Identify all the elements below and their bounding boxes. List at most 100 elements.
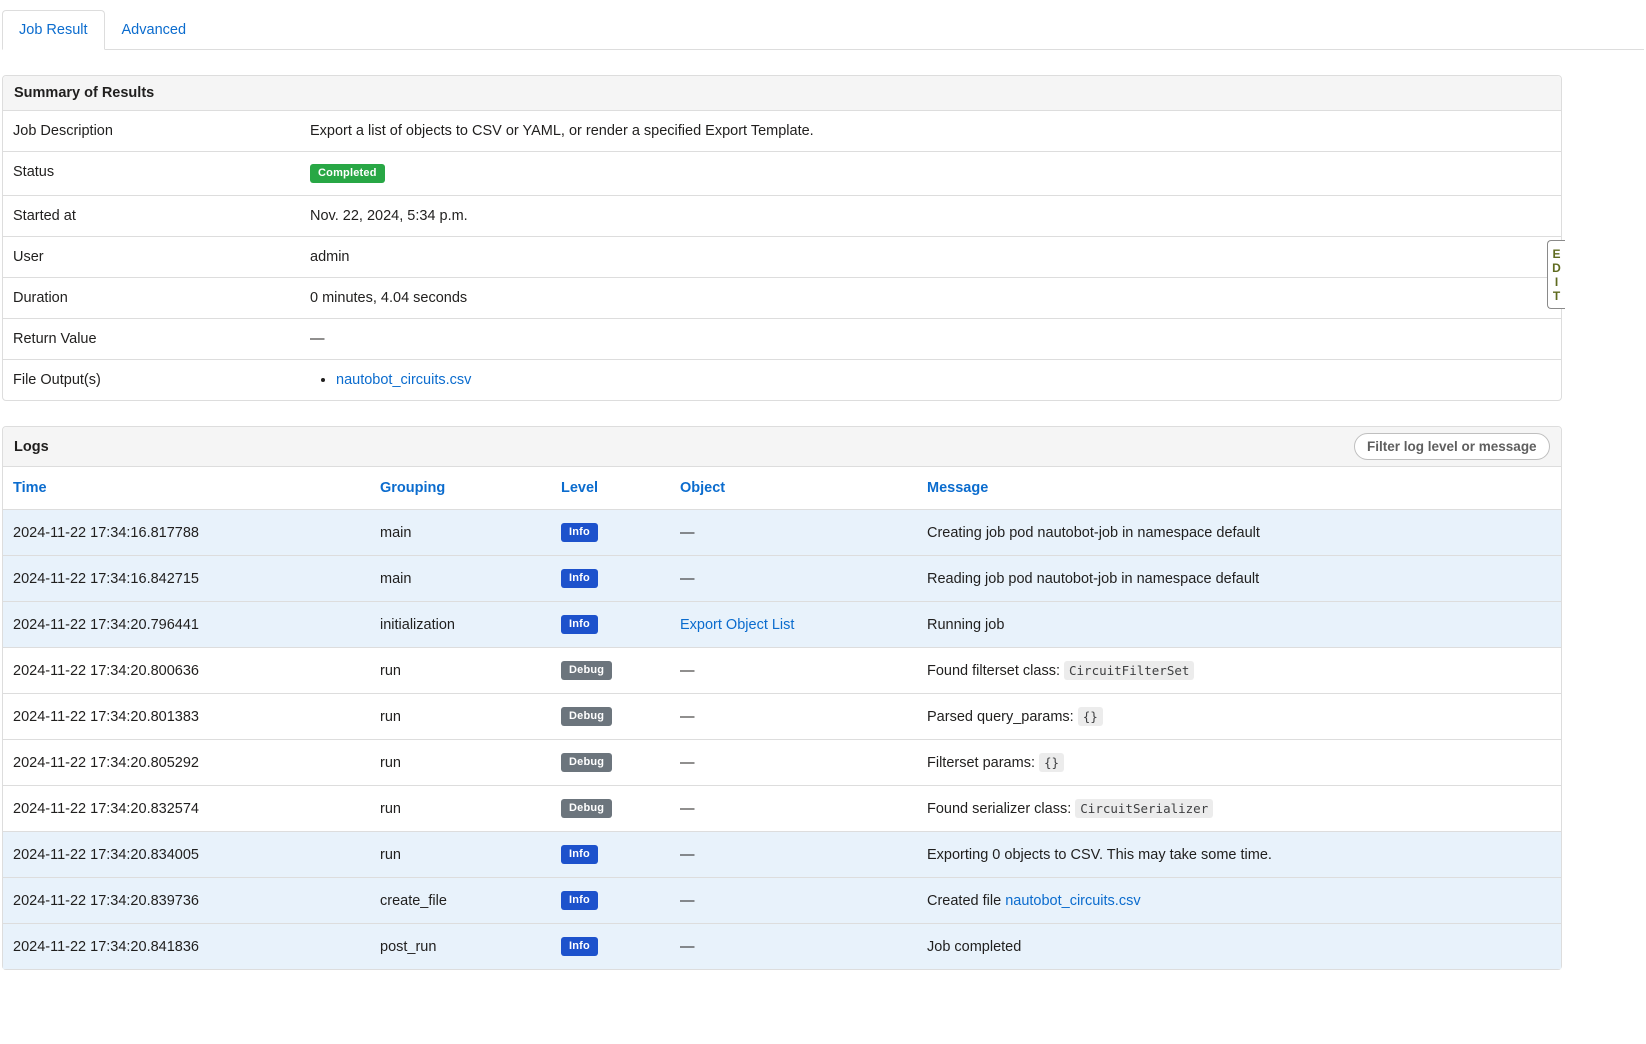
code-snippet: {} [1078, 707, 1103, 726]
summary-table: Job DescriptionExport a list of objects … [3, 111, 1561, 400]
summary-row: Return Value— [3, 319, 1561, 360]
log-object-cell: — [670, 510, 917, 556]
log-level-badge: Info [561, 845, 598, 864]
log-grouping: main [370, 510, 551, 556]
log-level-cell: Info [551, 878, 670, 924]
log-time: 2024-11-22 17:34:20.834005 [3, 832, 370, 878]
log-row: 2024-11-22 17:34:16.842715main Info —Readi… [3, 556, 1561, 602]
log-grouping: post_run [370, 924, 551, 970]
log-level-cell: Info [551, 510, 670, 556]
summary-table-body: Job DescriptionExport a list of objects … [3, 111, 1561, 400]
log-message-cell: Filterset params: {} [917, 740, 1561, 786]
summary-row: Duration0 minutes, 4.04 seconds [3, 278, 1561, 319]
log-message-cell: Found filterset class: CircuitFilterSet [917, 648, 1561, 694]
column-header-grouping[interactable]: Grouping [370, 467, 551, 510]
log-level-cell: Debug [551, 786, 670, 832]
log-message-cell: Job completed [917, 924, 1561, 970]
log-level-badge: Debug [561, 661, 612, 680]
logs-panel-title: Logs [14, 439, 49, 455]
code-snippet: {} [1039, 753, 1064, 772]
logs-table-body: 2024-11-22 17:34:16.817788mainInfo—Creat… [3, 510, 1561, 970]
column-header-level[interactable]: Level [551, 467, 670, 510]
tab-advanced[interactable]: Advanced [105, 10, 204, 50]
summary-row: Job DescriptionExport a list of objects … [3, 111, 1561, 152]
log-message-cell: Creating job pod nautobot-job in namespa… [917, 510, 1561, 556]
log-level-cell: Debug [551, 648, 670, 694]
summary-row: Useradmin [3, 237, 1561, 278]
log-filter-input[interactable] [1354, 433, 1550, 460]
log-object-cell: — [670, 556, 917, 602]
summary-row-value: nautobot_circuits.csv [300, 360, 1561, 401]
log-time: 2024-11-22 17:34:16.842715 [3, 556, 370, 602]
log-row: 2024-11-22 17:34:20.834005runInfo—Export… [3, 832, 1561, 878]
log-grouping: run [370, 786, 551, 832]
code-snippet: CircuitSerializer [1075, 799, 1213, 818]
log-level-badge: Info [561, 891, 598, 910]
log-level-badge: Info [561, 937, 598, 956]
side-flyout-tab[interactable]: EDIT [1547, 240, 1565, 309]
summary-row: StatusCompleted [3, 152, 1561, 196]
log-time: 2024-11-22 17:34:20.832574 [3, 786, 370, 832]
log-level-badge: Debug [561, 799, 612, 818]
log-level-cell: Debug [551, 740, 670, 786]
log-level-cell: Info [551, 602, 670, 648]
log-object-cell: Export Object List [670, 602, 917, 648]
log-time: 2024-11-22 17:34:16.817788 [3, 510, 370, 556]
side-flyout-label: EDIT [1551, 247, 1563, 303]
column-header-object[interactable]: Object [670, 467, 917, 510]
summary-row-value: — [300, 319, 1561, 360]
log-message-link[interactable]: nautobot_circuits.csv [1005, 893, 1140, 909]
log-level-badge: Info [561, 569, 598, 588]
log-row: 2024-11-22 17:34:20.801383runDebug—Parse… [3, 694, 1561, 740]
summary-row-value: Nov. 22, 2024, 5:34 p.m. [300, 196, 1561, 237]
log-grouping: initialization [370, 602, 551, 648]
column-header-time[interactable]: Time [3, 467, 370, 510]
log-object-cell: — [670, 878, 917, 924]
summary-row-label: Job Description [3, 111, 300, 152]
log-time: 2024-11-22 17:34:20.796441 [3, 602, 370, 648]
log-grouping: run [370, 648, 551, 694]
log-row: 2024-11-22 17:34:20.800636run Debug —Found… [3, 648, 1561, 694]
log-object-cell: — [670, 740, 917, 786]
log-time: 2024-11-22 17:34:20.801383 [3, 694, 370, 740]
log-object-link[interactable]: Export Object List [680, 617, 794, 633]
summary-row-value: 0 minutes, 4.04 seconds [300, 278, 1561, 319]
log-grouping: main [370, 556, 551, 602]
log-time: 2024-11-22 17:34:20.839736 [3, 878, 370, 924]
logs-panel: Logs TimeGroupingLevelObjectMessage 2024… [2, 426, 1562, 970]
log-grouping: create_file [370, 878, 551, 924]
log-level-cell: Info [551, 556, 670, 602]
summary-panel: Summary of Results Job DescriptionExport… [2, 75, 1562, 401]
log-level-cell: Info [551, 924, 670, 970]
tab-bar: Job ResultAdvanced [2, 10, 1644, 50]
summary-row-label: Status [3, 152, 300, 196]
log-object-cell: — [670, 832, 917, 878]
log-level-badge: Info [561, 523, 598, 542]
file-output-item: nautobot_circuits.csv [336, 372, 1551, 388]
summary-row-value: Completed [300, 152, 1561, 196]
summary-panel-title: Summary of Results [3, 76, 1561, 111]
log-message-cell: Created file nautobot_circuits.csv [917, 878, 1561, 924]
log-level-cell: Debug [551, 694, 670, 740]
log-message-cell: Exporting 0 objects to CSV. This may tak… [917, 832, 1561, 878]
log-message-cell: Parsed query_params: {} [917, 694, 1561, 740]
column-header-message[interactable]: Message [917, 467, 1561, 510]
log-object-cell: — [670, 648, 917, 694]
log-message-cell: Reading job pod nautobot-job in namespac… [917, 556, 1561, 602]
log-object-cell: — [670, 924, 917, 970]
log-level-cell: Info [551, 832, 670, 878]
log-time: 2024-11-22 17:34:20.805292 [3, 740, 370, 786]
logs-header-row: TimeGroupingLevelObjectMessage [3, 467, 1561, 510]
log-object-cell: — [670, 786, 917, 832]
summary-row-label: Duration [3, 278, 300, 319]
summary-row-label: File Output(s) [3, 360, 300, 401]
log-grouping: run [370, 740, 551, 786]
file-output-link[interactable]: nautobot_circuits.csv [336, 372, 471, 388]
tab-job-result[interactable]: Job Result [2, 10, 105, 50]
summary-row-label: Return Value [3, 319, 300, 360]
log-time: 2024-11-22 17:34:20.800636 [3, 648, 370, 694]
log-row: 2024-11-22 17:34:20.839736create_file Inf… [3, 878, 1561, 924]
code-snippet: CircuitFilterSet [1064, 661, 1194, 680]
log-grouping: run [370, 694, 551, 740]
log-level-badge: Debug [561, 753, 612, 772]
